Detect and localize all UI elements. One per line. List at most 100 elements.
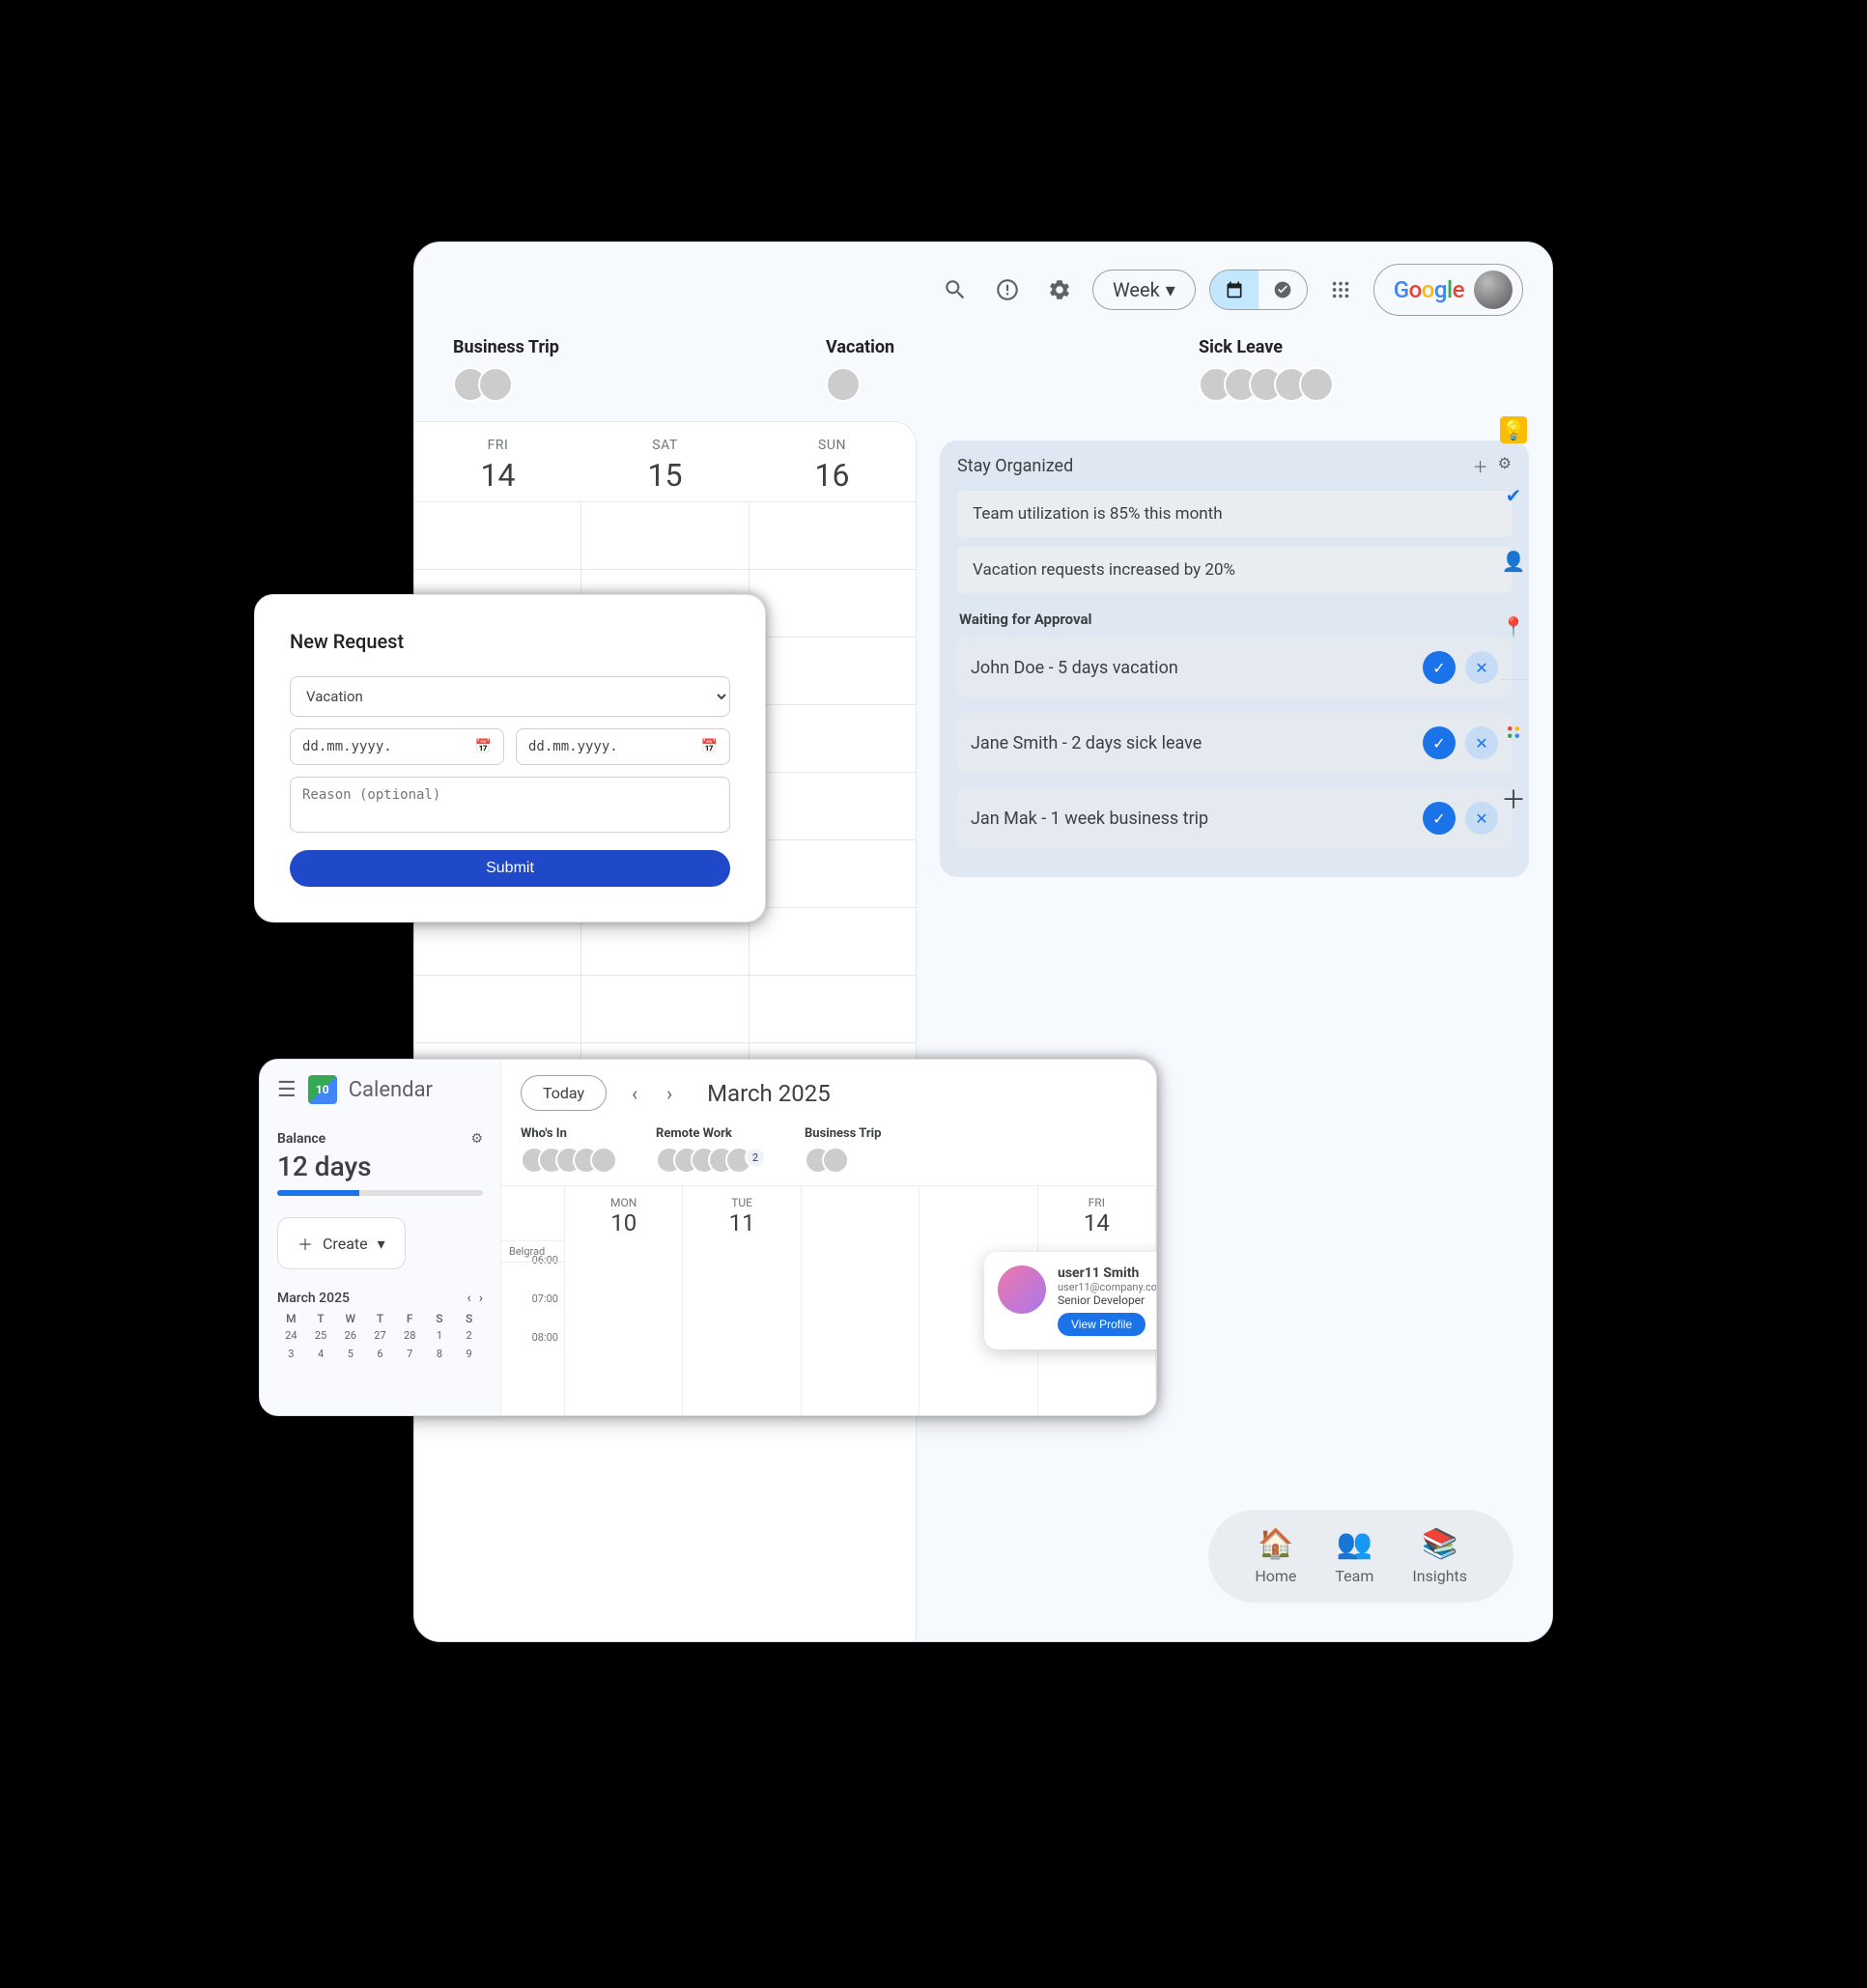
profile-email: user11@company.com — [1058, 1281, 1157, 1293]
calendar-card: ☰ 10 Calendar Balance ⚙ 12 days ＋ Create… — [259, 1059, 1157, 1416]
keep-icon[interactable]: 💡 — [1500, 416, 1527, 443]
category-title: Vacation — [826, 337, 1141, 357]
approval-row: John Doe - 5 days vacation ✓ ✕ — [957, 638, 1512, 697]
calendar-brand: Calendar — [349, 1078, 433, 1102]
calendar-logo-icon: 10 — [308, 1075, 337, 1104]
date-placeholder: dd.mm.yyyy. — [528, 739, 618, 754]
whosin-col: Who's In — [521, 1126, 617, 1174]
prev-week-icon[interactable]: ‹ — [620, 1079, 649, 1108]
approval-row: Jane Smith - 2 days sick leave ✓ ✕ — [957, 713, 1512, 773]
balance-gear-icon[interactable]: ⚙ — [470, 1131, 483, 1147]
approval-section-title: Waiting for Approval — [959, 611, 1510, 628]
view-profile-button[interactable]: View Profile — [1058, 1313, 1146, 1336]
account-chip[interactable]: Google — [1373, 264, 1523, 316]
add-icon[interactable]: ＋ — [1473, 454, 1488, 477]
create-button[interactable]: ＋ Create ▾ — [277, 1217, 406, 1269]
approval-text: John Doe - 5 days vacation — [971, 658, 1178, 678]
calendar-picker-icon[interactable]: 📅 — [475, 739, 492, 754]
mini-month-label: March 2025 — [277, 1291, 350, 1306]
month-label: March 2025 — [707, 1080, 831, 1107]
maps-icon[interactable]: 📍 — [1500, 613, 1527, 640]
profile-avatar — [998, 1265, 1046, 1314]
category-title: Business Trip — [453, 337, 768, 357]
end-date-field[interactable]: dd.mm.yyyy. 📅 — [516, 728, 730, 765]
view-selector[interactable]: Week ▾ — [1092, 270, 1196, 310]
balance-label: Balance — [277, 1131, 325, 1147]
menu-icon[interactable]: ☰ — [277, 1078, 297, 1102]
mini-month: March 2025 ‹ › M T W T F S S 24 25 2 — [277, 1291, 483, 1362]
next-week-icon[interactable]: › — [655, 1079, 684, 1108]
week-day-col[interactable]: MON10 — [565, 1186, 683, 1415]
avatar-stack — [1199, 367, 1513, 402]
more-count-badge[interactable]: 2 — [745, 1147, 766, 1168]
tasks-view-toggle[interactable] — [1259, 270, 1307, 309]
calendar-view-toggle[interactable] — [1210, 270, 1259, 309]
approve-button[interactable]: ✓ — [1423, 726, 1456, 759]
user-avatar[interactable] — [1474, 270, 1513, 309]
day-header-sat[interactable]: SAT 15 — [581, 422, 749, 501]
remote-col: Remote Work 2 — [656, 1126, 766, 1174]
approval-text: Jane Smith - 2 days sick leave — [971, 733, 1202, 753]
avatar-stack — [826, 367, 1141, 402]
plus-icon: ＋ — [297, 1232, 313, 1255]
mini-prev-icon[interactable]: ‹ — [467, 1291, 470, 1306]
info-utilization: Team utilization is 85% this month — [957, 491, 1512, 537]
calendar-sidebar: ☰ 10 Calendar Balance ⚙ 12 days ＋ Create… — [260, 1060, 501, 1415]
main-app-window: Week ▾ Google — [413, 241, 1553, 1642]
category-title: Sick Leave — [1199, 337, 1513, 357]
apps-grid-icon[interactable] — [1321, 270, 1360, 309]
week-day-col[interactable] — [802, 1186, 919, 1415]
request-type-select[interactable]: Vacation — [290, 676, 730, 717]
contacts-icon[interactable]: 👤 — [1500, 548, 1527, 575]
approval-text: Jan Mak - 1 week business trip — [971, 809, 1208, 829]
side-panel: Stay Organized ＋ ⚙ Team utilization is 8… — [917, 421, 1552, 1642]
approve-button[interactable]: ✓ — [1423, 802, 1456, 835]
time-column: Belgrad 06:00 07:00 08:00 — [501, 1186, 565, 1415]
chevron-down-icon: ▾ — [1166, 278, 1175, 301]
profile-popover: user11 Smith user11@company.com Senior D… — [984, 1252, 1157, 1349]
insights-icon: 📚 — [1412, 1527, 1467, 1561]
tasks-icon[interactable]: ✔ — [1500, 482, 1527, 509]
today-button[interactable]: Today — [521, 1075, 607, 1111]
nav-home[interactable]: 🏠 Home — [1255, 1527, 1296, 1585]
info-requests: Vacation requests increased by 20% — [957, 547, 1512, 593]
calendar-main: Today ‹ › March 2025 Who's In Remote Wor… — [501, 1060, 1156, 1415]
category-row: Business Trip Vacation Sick Leave — [414, 329, 1552, 421]
rail-add-icon[interactable]: ＋ — [1500, 784, 1527, 811]
topbar: Week ▾ Google — [414, 242, 1552, 329]
approval-row: Jan Mak - 1 week business trip ✓ ✕ — [957, 788, 1512, 848]
gear-icon[interactable] — [1040, 270, 1079, 309]
approve-button[interactable]: ✓ — [1423, 651, 1456, 684]
avatar-stack — [453, 367, 768, 402]
layout-toggle — [1209, 270, 1308, 310]
search-icon[interactable] — [936, 270, 975, 309]
nav-team[interactable]: 👥 Team — [1335, 1527, 1373, 1585]
panel-title: Stay Organized — [957, 456, 1073, 476]
calendar-picker-icon[interactable]: 📅 — [701, 739, 718, 754]
modal-title: New Request — [290, 630, 730, 653]
google-logo: Google — [1394, 276, 1464, 303]
home-icon: 🏠 — [1255, 1527, 1296, 1561]
reason-textarea[interactable] — [290, 777, 730, 833]
week-day-col[interactable]: TUE11 — [683, 1186, 801, 1415]
mini-next-icon[interactable]: › — [479, 1291, 483, 1306]
category-business-trip: Business Trip — [453, 337, 768, 402]
team-icon: 👥 — [1335, 1527, 1373, 1561]
new-request-modal: New Request Vacation dd.mm.yyyy. 📅 dd.mm… — [254, 594, 766, 923]
bottom-nav: 🏠 Home 👥 Team 📚 Insights — [1208, 1510, 1513, 1603]
nav-insights[interactable]: 📚 Insights — [1412, 1527, 1467, 1585]
view-selector-label: Week — [1113, 278, 1160, 301]
day-header-sun[interactable]: SUN 16 — [749, 422, 916, 501]
addon-icon[interactable] — [1500, 719, 1527, 746]
balance-progress — [277, 1190, 483, 1196]
category-sick-leave: Sick Leave — [1199, 337, 1513, 402]
category-vacation: Vacation — [826, 337, 1141, 402]
start-date-field[interactable]: dd.mm.yyyy. 📅 — [290, 728, 504, 765]
right-rail: 💡 ✔ 👤 📍 ＋ — [1492, 416, 1535, 811]
help-icon[interactable] — [988, 270, 1027, 309]
day-header-fri[interactable]: FRI 14 — [414, 422, 581, 501]
profile-role: Senior Developer — [1058, 1293, 1157, 1307]
timezone-city: Belgrad — [501, 1240, 565, 1263]
profile-name: user11 Smith — [1058, 1265, 1157, 1281]
submit-button[interactable]: Submit — [290, 850, 730, 887]
